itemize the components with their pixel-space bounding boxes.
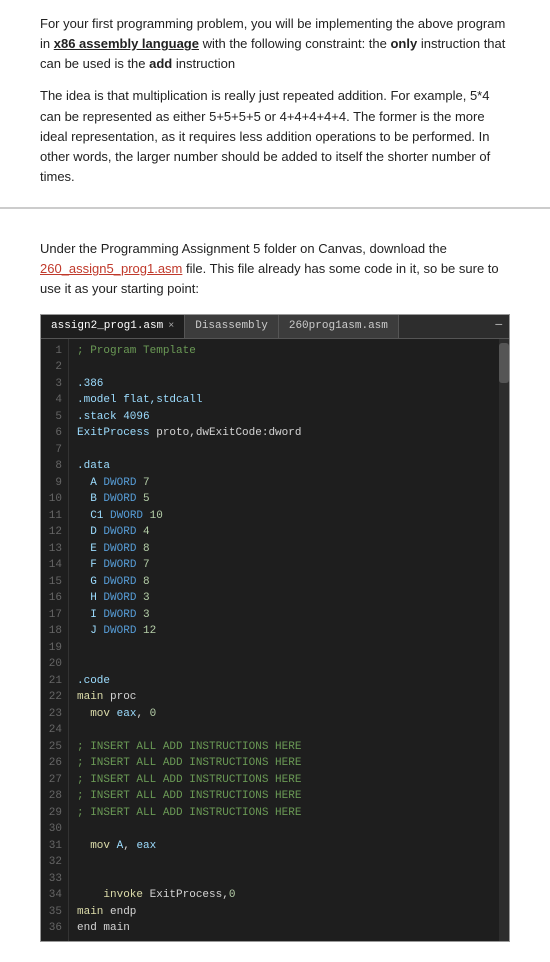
code-line-12: D DWORD 4	[77, 524, 491, 541]
paragraph-1: For your first programming problem, you …	[40, 14, 510, 74]
intro-before: Under the Programming Assignment 5 folde…	[40, 241, 447, 256]
code-line-4: .model flat,stdcall	[77, 392, 491, 409]
code-line-1: ; Program Template	[77, 343, 491, 360]
scrollbar-thumb[interactable]	[499, 343, 509, 383]
para1-add: add	[149, 56, 172, 71]
tab-label-1: assign2_prog1.asm	[51, 320, 163, 332]
section-bottom: Under the Programming Assignment 5 folde…	[0, 209, 550, 961]
tab-260prog1[interactable]: 260prog1asm.asm	[279, 315, 399, 338]
code-line-32	[77, 854, 491, 871]
para1-end: instruction	[172, 56, 235, 71]
line-numbers: 12345 678910 1112131415 1617181920 21222…	[41, 339, 69, 941]
code-line-35: main endp	[77, 904, 491, 921]
paragraph-2: The idea is that multiplication is reall…	[40, 86, 510, 187]
tab-assign2-prog1[interactable]: assign2_prog1.asm ×	[41, 315, 185, 338]
code-line-36: end main	[77, 920, 491, 937]
para1-after1: with the following constraint: the	[199, 36, 391, 51]
para1-link: x86 assembly language	[54, 36, 199, 51]
code-line-22: main proc	[77, 689, 491, 706]
code-line-24	[77, 722, 491, 739]
code-line-16: H DWORD 3	[77, 590, 491, 607]
code-line-26: ; INSERT ALL ADD INSTRUCTIONS HERE	[77, 755, 491, 772]
code-line-11: C1 DWORD 10	[77, 508, 491, 525]
intro-link[interactable]: 260_assign5_prog1.asm	[40, 261, 182, 276]
code-line-14: F DWORD 7	[77, 557, 491, 574]
code-line-28: ; INSERT ALL ADD INSTRUCTIONS HERE	[77, 788, 491, 805]
code-line-3: .386	[77, 376, 491, 393]
tab-disassembly[interactable]: Disassembly	[185, 315, 279, 338]
section-top: For your first programming problem, you …	[0, 0, 550, 209]
code-line-7	[77, 442, 491, 459]
code-line-25: ; INSERT ALL ADD INSTRUCTIONS HERE	[77, 739, 491, 756]
code-line-18: J DWORD 12	[77, 623, 491, 640]
code-line-31: mov A, eax	[77, 838, 491, 855]
tab-label-3: 260prog1asm.asm	[289, 320, 388, 332]
code-line-6: ExitProcess proto,dwExitCode:dword	[77, 425, 491, 442]
intro-paragraph: Under the Programming Assignment 5 folde…	[40, 239, 510, 299]
editor-tabs: assign2_prog1.asm × Disassembly 260prog1…	[41, 315, 509, 339]
code-line-29: ; INSERT ALL ADD INSTRUCTIONS HERE	[77, 805, 491, 822]
code-line-13: E DWORD 8	[77, 541, 491, 558]
code-editor: assign2_prog1.asm × Disassembly 260prog1…	[40, 314, 510, 942]
code-line-33	[77, 871, 491, 888]
tab-label-2: Disassembly	[195, 320, 268, 332]
code-line-15: G DWORD 8	[77, 574, 491, 591]
page-container: For your first programming problem, you …	[0, 0, 550, 962]
editor-body: 12345 678910 1112131415 1617181920 21222…	[41, 339, 509, 941]
code-line-34: invoke ExitProcess,0	[77, 887, 491, 904]
code-line-5: .stack 4096	[77, 409, 491, 426]
code-lines: ; Program Template .386 .model flat,stdc…	[69, 339, 499, 941]
code-line-21: .code	[77, 673, 491, 690]
code-line-30	[77, 821, 491, 838]
code-line-10: B DWORD 5	[77, 491, 491, 508]
code-line-23: mov eax, 0	[77, 706, 491, 723]
para1-only: only	[390, 36, 417, 51]
scrollbar[interactable]	[499, 339, 509, 941]
code-line-20	[77, 656, 491, 673]
code-line-2	[77, 359, 491, 376]
code-line-17: I DWORD 3	[77, 607, 491, 624]
editor-minimize-icon[interactable]: −	[495, 318, 509, 334]
code-line-9: A DWORD 7	[77, 475, 491, 492]
code-line-8: .data	[77, 458, 491, 475]
code-line-19	[77, 640, 491, 657]
tab-close-icon-1[interactable]: ×	[168, 321, 174, 332]
code-line-27: ; INSERT ALL ADD INSTRUCTIONS HERE	[77, 772, 491, 789]
